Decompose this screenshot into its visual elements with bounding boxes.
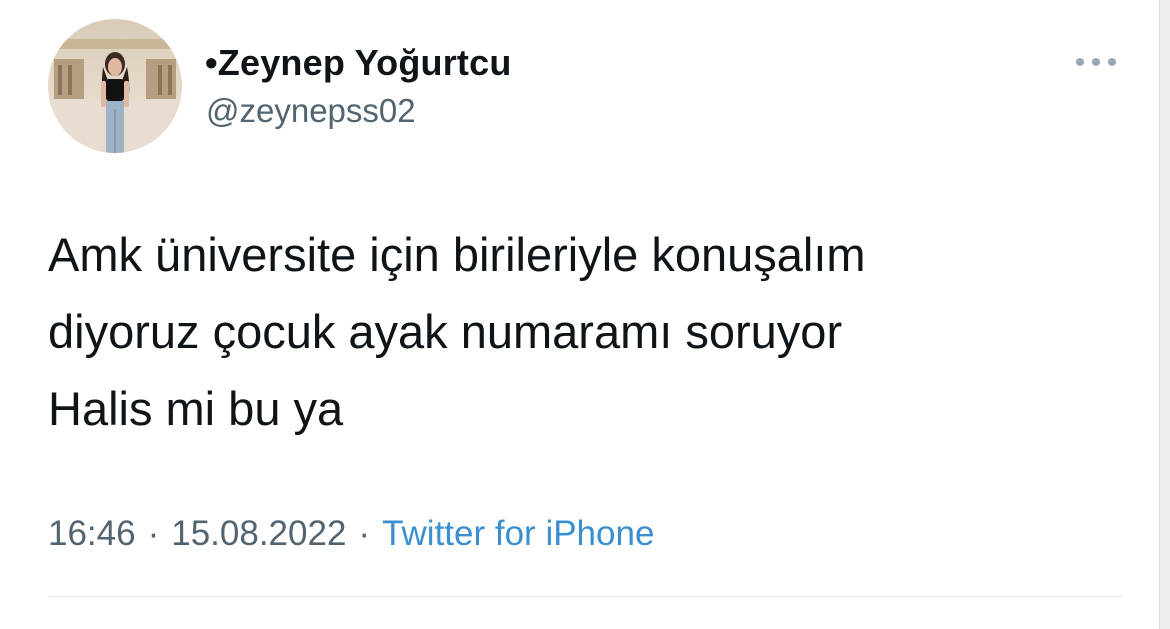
author-avatar[interactable]	[48, 19, 182, 153]
tweet-text-line: diyoruz çocuk ayak numaramı soruyor	[48, 305, 843, 358]
scrollbar-track[interactable]	[1159, 0, 1170, 629]
more-options-button[interactable]	[1072, 50, 1120, 74]
meta-separator: ·	[358, 514, 371, 553]
tweet-text: Amk üniversite için birileriyle konuşalı…	[48, 216, 1128, 447]
tweet-source-link[interactable]: Twitter for iPhone	[382, 514, 654, 553]
tweet-metadata: 16:46 · 15.08.2022 · Twitter for iPhone	[48, 514, 654, 554]
author-display-name[interactable]: •Zeynep Yoğurtcu	[205, 42, 512, 84]
tweet-time[interactable]: 16:46	[48, 514, 136, 553]
author-handle[interactable]: @zeynepss02	[206, 92, 416, 130]
tweet-text-line: Halis mi bu ya	[48, 382, 344, 435]
tweet-date[interactable]: 15.08.2022	[171, 514, 346, 553]
avatar-photo	[48, 19, 182, 153]
more-horizontal-icon	[1076, 58, 1116, 66]
divider	[48, 596, 1122, 597]
tweet-detail-view: •Zeynep Yoğurtcu @zeynepss02 Amk ünivers…	[0, 0, 1170, 629]
tweet-text-line: Amk üniversite için birileriyle konuşalı…	[48, 228, 866, 281]
meta-separator: ·	[147, 514, 160, 553]
